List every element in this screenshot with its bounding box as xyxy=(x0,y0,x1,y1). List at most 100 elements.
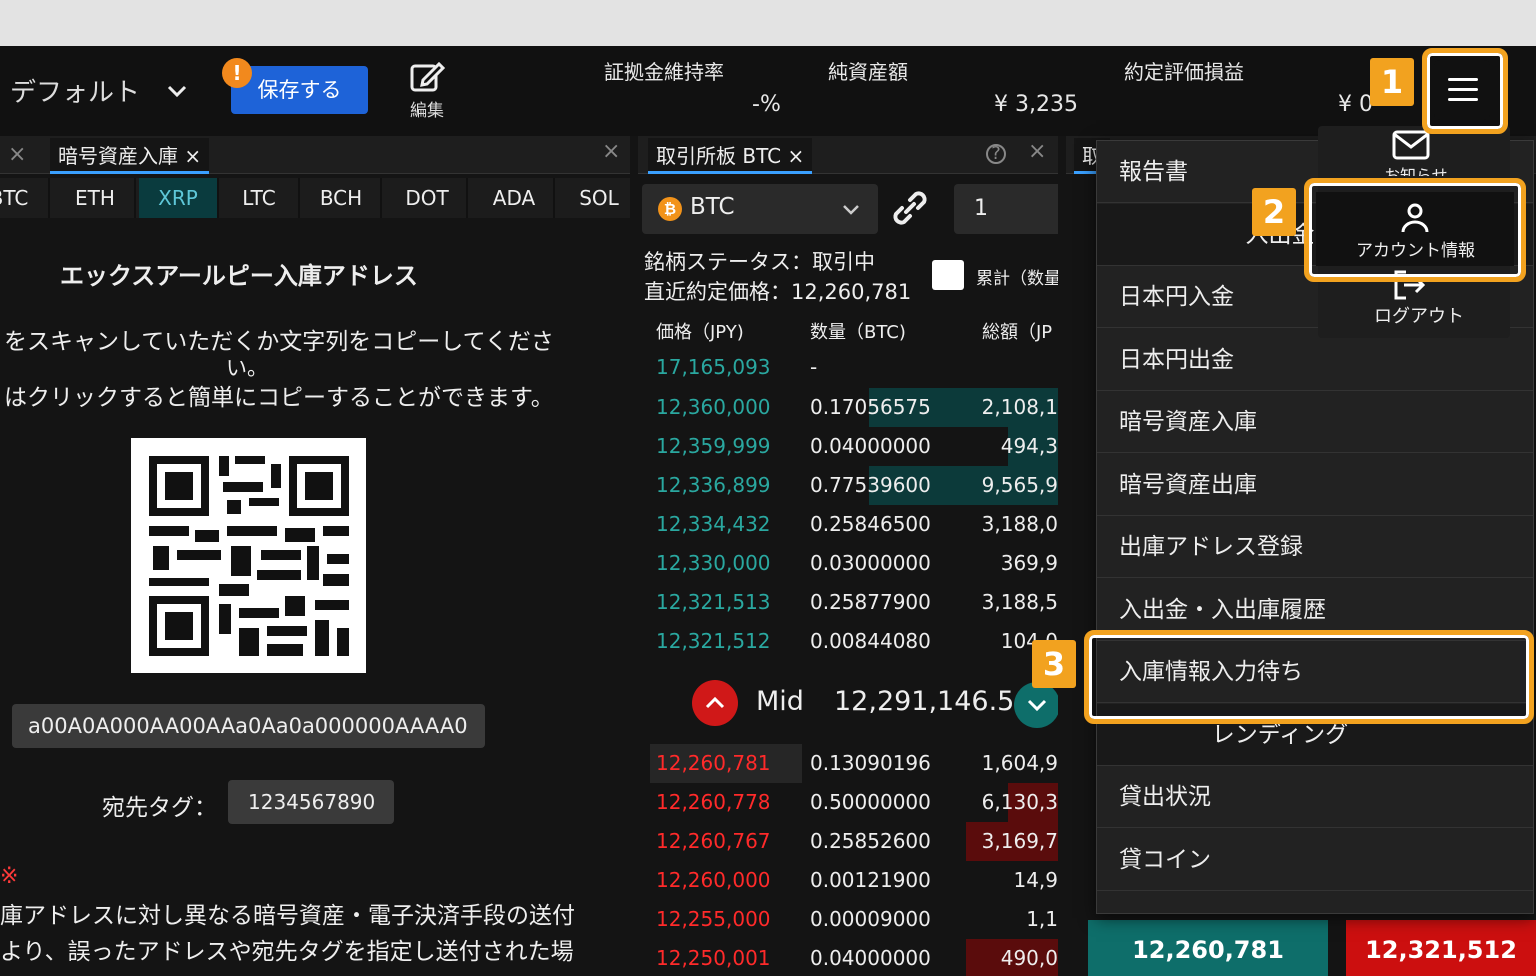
help-icon[interactable]: ? xyxy=(986,144,1006,164)
tab-crypto-deposit[interactable]: 暗号資産入庫 × xyxy=(50,138,210,174)
tab-orderbook[interactable]: 取引所板 BTC × xyxy=(648,138,813,174)
crypto-deposit-panel: × 暗号資産入庫 × × BTC ETH XRP LTC BCH DOT ADA… xyxy=(0,136,630,976)
orderbook-top-row: 17,165,093 - xyxy=(638,348,1058,387)
quantity-input[interactable]: 1 xyxy=(954,184,1058,234)
price: 12,255,000 xyxy=(656,907,771,931)
warning-text: より、誤ったアドレスや宛先タグを指定し送付された場 xyxy=(0,939,574,965)
ask-row[interactable]: 12,336,899 0.77539600 9,565,9 xyxy=(638,466,1058,505)
menu-item[interactable]: 暗号資産出庫 xyxy=(1097,454,1533,516)
edit-button[interactable]: 編集 xyxy=(404,60,450,122)
scroll-up-button[interactable] xyxy=(692,680,738,726)
price: 12,360,000 xyxy=(656,395,771,419)
margin-ratio-label: 証拠金維持率 xyxy=(604,60,724,84)
layout-selector[interactable]: デフォルト xyxy=(10,72,140,109)
close-icon[interactable]: × xyxy=(787,144,804,168)
menu-item[interactable]: 貸出状況 xyxy=(1097,766,1533,828)
bid-row[interactable]: 12,260,767 0.25852600 3,169,7 xyxy=(638,822,1058,861)
price: 12,260,000 xyxy=(656,868,771,892)
mail-icon xyxy=(1392,130,1430,160)
price: 12,321,512 xyxy=(656,629,771,653)
coin-selector: BTC ETH XRP LTC BCH DOT ADA SOL xyxy=(0,178,630,218)
coin-tab-bch[interactable]: BCH xyxy=(302,178,382,218)
ask-row[interactable]: 12,330,000 0.03000000 369,9 xyxy=(638,544,1058,583)
total: 3,169,7 xyxy=(981,829,1058,853)
total: 14,9 xyxy=(1013,868,1058,892)
qty: 0.04000000 xyxy=(810,434,931,458)
chevron-up-icon xyxy=(705,696,725,709)
coin-tab-sol[interactable]: SOL xyxy=(560,178,630,218)
destination-tag-field[interactable]: 1234567890 xyxy=(228,780,394,824)
ask-row[interactable]: 12,334,432 0.25846500 3,188,0 xyxy=(638,505,1058,544)
menu-item[interactable]: 出庫アドレス登録 xyxy=(1097,516,1533,578)
symbol-select[interactable]: ₿ BTC xyxy=(642,184,878,234)
net-assets-value: ¥ 3,235 xyxy=(994,92,1078,117)
orderbook-panel: 取引所板 BTC × ? × ₿ BTC 1 銘柄ステータス：取引中 直近約定価… xyxy=(638,136,1058,976)
total: 490,0 xyxy=(1000,946,1058,970)
total: 6,130,3 xyxy=(981,790,1058,814)
margin-ratio-value: -% xyxy=(752,92,781,117)
callout-1: 1 xyxy=(1370,58,1414,106)
sell-button[interactable]: 12,321,512 xyxy=(1346,920,1536,976)
close-icon[interactable]: × xyxy=(184,144,201,168)
ask-row[interactable]: 12,359,999 0.04000000 494,3 xyxy=(638,427,1058,466)
close-icon[interactable]: × xyxy=(1028,141,1046,163)
ask-row[interactable]: 12,321,512 0.00844080 104,0 xyxy=(638,622,1058,661)
qty: 0.04000000 xyxy=(810,946,931,970)
highlight-box-pending xyxy=(1084,630,1534,724)
trading-status: 銘柄ステータス：取引中 xyxy=(644,250,875,274)
symbol-label: BTC xyxy=(690,194,735,220)
qty: 0.00009000 xyxy=(810,907,931,931)
coin-tab-xrp[interactable]: XRP xyxy=(139,178,219,218)
deposit-qr-code[interactable] xyxy=(131,438,366,673)
price: 12,260,778 xyxy=(656,790,771,814)
coin-tab-btc[interactable]: BTC xyxy=(0,178,50,218)
bid-row[interactable]: 12,260,000 0.00121900 14,9 xyxy=(638,861,1058,900)
scroll-down-button[interactable] xyxy=(1014,682,1058,728)
app-window: デフォルト 保存する ! 編集 証拠金維持率 -% 純資産額 ¥ 3,235 約… xyxy=(0,46,1536,976)
chevron-down-icon[interactable] xyxy=(166,80,188,102)
notice-link[interactable]: お知らせ xyxy=(1384,162,1448,176)
net-assets-label: 純資産額 xyxy=(828,60,908,84)
destination-tag-label: 宛先タグ： xyxy=(102,795,217,821)
coin-tab-eth[interactable]: ETH xyxy=(56,178,136,218)
price: 12,330,000 xyxy=(656,551,771,575)
col-total-header: 総額（JP xyxy=(982,322,1053,343)
qty: 0.00121900 xyxy=(810,868,931,892)
bid-row[interactable]: 12,260,778 0.50000000 6,130,3 xyxy=(638,783,1058,822)
cumulative-label: 累計（数量 xyxy=(976,269,1058,289)
qty: 0.17056575 xyxy=(810,395,931,419)
tab-label: 取引所板 BTC xyxy=(656,144,782,168)
warning-text: 庫アドレスに対し異なる暗号資産・電子決済手段の送付 xyxy=(0,903,575,929)
buy-button[interactable]: 12,260,781 xyxy=(1088,920,1328,976)
last-trade-price: 直近約定価格：12,260,781 xyxy=(644,280,912,304)
price: 12,321,513 xyxy=(656,590,771,614)
price: 12,250,001 xyxy=(656,946,771,970)
price: 17,165,093 xyxy=(656,355,771,379)
qty: - xyxy=(810,355,818,379)
bid-row[interactable]: 12,260,781 0.13090196 1,604,9 xyxy=(638,744,1058,783)
cumulative-checkbox[interactable] xyxy=(932,260,964,290)
qty: 0.25877900 xyxy=(810,590,931,614)
account-info-link[interactable]: アカウント情報 xyxy=(1316,192,1514,266)
total: 2,108,1 xyxy=(981,395,1058,419)
menu-item[interactable]: 暗号資産入庫 xyxy=(1097,391,1533,453)
total: 3,188,5 xyxy=(981,590,1058,614)
menu-item[interactable]: 貸コイン xyxy=(1097,829,1533,891)
qty: 0.00844080 xyxy=(810,629,931,653)
coin-tab-dot[interactable]: DOT xyxy=(388,178,468,218)
total: 494,3 xyxy=(1000,434,1058,458)
bid-row[interactable]: 12,255,000 0.00009000 1,1 xyxy=(638,900,1058,939)
close-icon[interactable]: × xyxy=(8,144,26,166)
edit-icon xyxy=(410,61,445,92)
price: 12,260,781 xyxy=(656,751,771,775)
coin-tab-ltc[interactable]: LTC xyxy=(220,178,300,218)
ask-row[interactable]: 12,360,000 0.17056575 2,108,1 xyxy=(638,388,1058,427)
close-icon[interactable]: × xyxy=(602,141,620,163)
bid-row[interactable]: 12,250,001 0.04000000 490,0 xyxy=(638,939,1058,976)
link-icon[interactable] xyxy=(888,186,932,230)
deposit-address-field[interactable]: a00A0A000AA00AAa0Aa0a000000AAAA0 xyxy=(12,704,485,748)
hamburger-menu-button[interactable] xyxy=(1434,60,1490,120)
ask-row[interactable]: 12,321,513 0.25877900 3,188,5 xyxy=(638,583,1058,622)
coin-tab-ada[interactable]: ADA xyxy=(475,178,555,218)
panel-tabbar: × 暗号資産入庫 × × xyxy=(0,136,630,174)
